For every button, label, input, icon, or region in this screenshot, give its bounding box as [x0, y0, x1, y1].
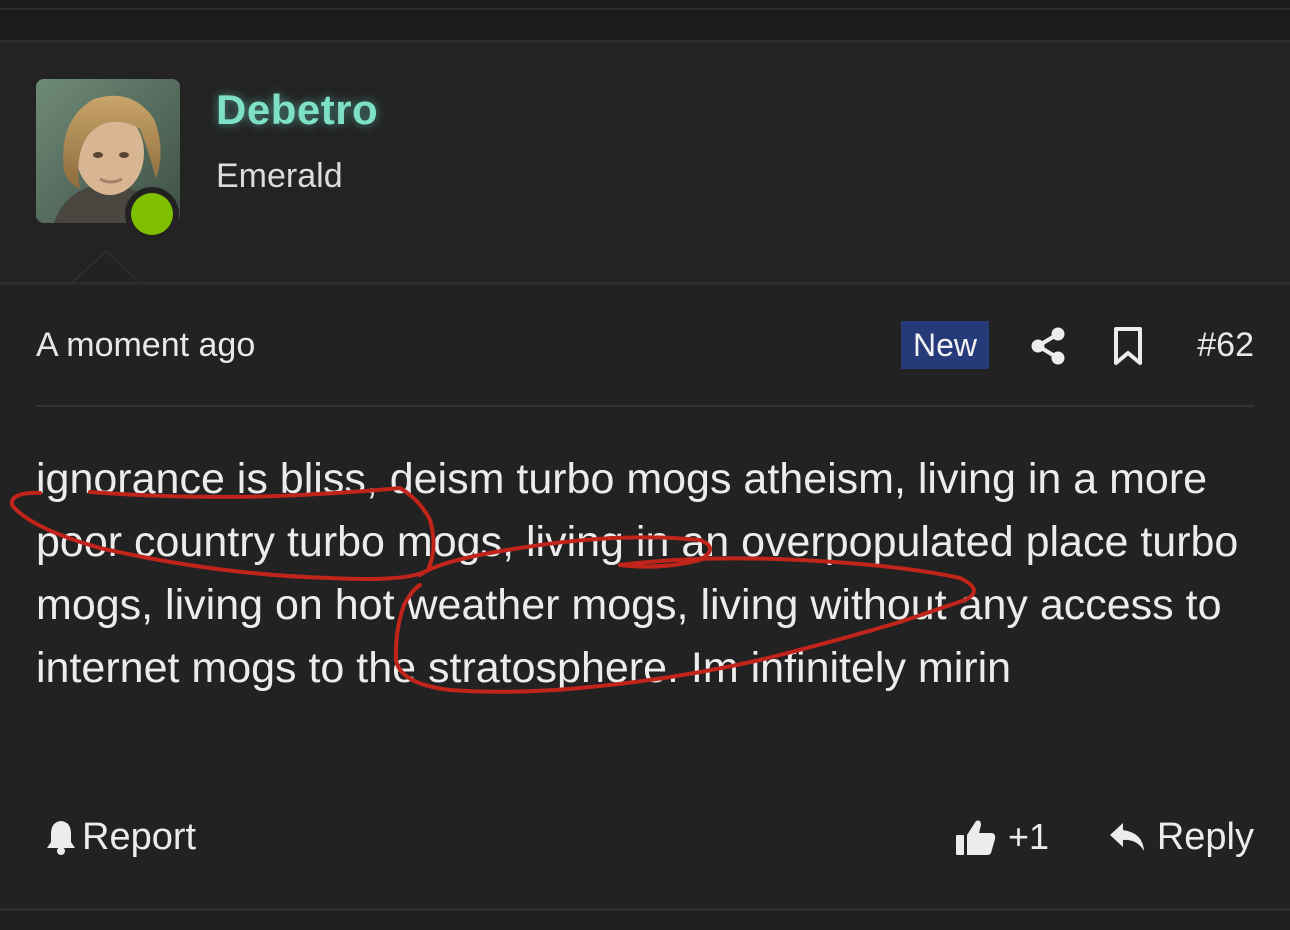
author-rank: Emerald: [216, 157, 343, 195]
meta-divider: [36, 405, 1254, 407]
author-name[interactable]: Debetro: [216, 86, 378, 134]
report-button[interactable]: Report: [44, 812, 196, 862]
bell-icon: [47, 821, 75, 855]
author-divider: [0, 282, 1290, 285]
top-strip: [0, 0, 1290, 42]
like-count: +1: [1008, 816, 1050, 857]
share-button[interactable]: [1028, 324, 1068, 368]
top-rule: [0, 8, 1290, 10]
bookmark-icon: [1114, 327, 1142, 365]
like-button[interactable]: +1: [954, 812, 1049, 862]
post-body: ignorance is bliss, deism turbo mogs ath…: [36, 455, 1239, 692]
reply-button[interactable]: Reply: [1107, 812, 1254, 862]
thumbs-up-icon: [956, 820, 996, 855]
post-page: Debetro Emerald A moment ago New #62 ign…: [0, 0, 1290, 930]
bottom-strip: [0, 911, 1290, 930]
online-status-dot: [125, 187, 179, 241]
reply-icon: [1109, 823, 1144, 851]
share-icon: [1031, 327, 1065, 365]
report-label: Report: [82, 815, 197, 858]
post-timestamp[interactable]: A moment ago: [36, 326, 255, 365]
author-block: [0, 42, 1290, 282]
post-number[interactable]: #62: [1197, 326, 1254, 365]
reply-label: Reply: [1156, 815, 1254, 858]
author-pointer: [70, 250, 142, 284]
new-badge: New: [901, 321, 990, 369]
post-actions: Report +1 Reply: [36, 808, 1254, 864]
post-meta: A moment ago New #62: [36, 320, 1254, 372]
bookmark-button[interactable]: [1110, 324, 1146, 368]
